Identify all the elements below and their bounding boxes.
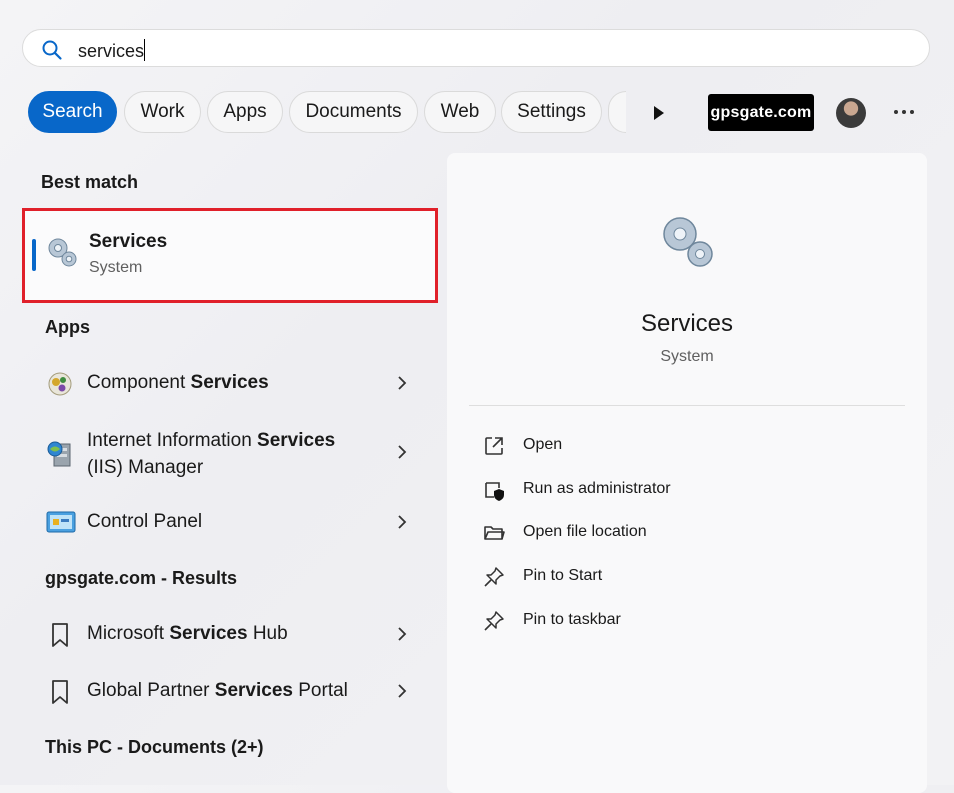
gears-icon <box>663 217 713 267</box>
control-panel-icon <box>46 511 76 533</box>
filter-label: Settings <box>517 101 586 122</box>
filter-work[interactable]: Work <box>124 91 201 133</box>
filter-label: Apps <box>223 101 267 122</box>
filter-label: Work <box>140 101 185 122</box>
shield-admin-icon <box>485 482 504 501</box>
list-item-iis-manager[interactable]: Internet Information Services (IIS) Mana… <box>30 426 430 482</box>
list-item-label: Internet Information Services <box>87 430 336 451</box>
list-item-component-services[interactable]: Component Services <box>30 368 430 398</box>
filter-search[interactable]: Search <box>28 91 117 133</box>
pin-icon <box>484 611 504 631</box>
best-match-title: Services <box>89 231 168 252</box>
divider <box>469 405 905 406</box>
filter-label: Documents <box>305 101 402 122</box>
gears-icon <box>48 238 77 267</box>
section-documents: This PC - Documents (2+) <box>45 737 264 757</box>
chevron-right-icon <box>398 515 407 529</box>
bookmark-icon <box>52 680 68 704</box>
list-item-label: Control Panel <box>87 511 203 532</box>
selection-indicator <box>32 239 36 271</box>
action-open-file-location[interactable]: Open file location <box>483 519 883 547</box>
section-best-match: Best match <box>41 172 139 192</box>
action-label: Open <box>523 436 563 453</box>
filter-settings[interactable]: Settings <box>501 91 602 133</box>
best-match-subtitle: System <box>89 259 143 276</box>
action-label: Pin to Start <box>523 567 603 584</box>
search-icon <box>42 40 62 60</box>
bookmark-icon <box>52 623 68 647</box>
filter-label: Search <box>42 101 103 122</box>
text-caret <box>144 39 146 61</box>
action-pin-to-taskbar[interactable]: Pin to taskbar <box>483 607 883 635</box>
filter-web[interactable]: Web <box>424 91 496 133</box>
detail-panel: Services System Open Run as administrato… <box>447 153 927 793</box>
list-item-label: Global Partner Services Portal <box>87 680 348 701</box>
list-item-label-line2: (IIS) Manager <box>87 457 204 478</box>
chevron-right-icon <box>398 684 407 698</box>
list-item-control-panel[interactable]: Control Panel <box>30 507 430 537</box>
search-input[interactable]: services <box>78 39 146 62</box>
iis-manager-icon <box>47 441 71 467</box>
action-open[interactable]: Open <box>483 432 883 460</box>
section-apps: Apps <box>45 317 90 337</box>
action-label: Run as administrator <box>523 480 671 497</box>
list-item-label: Microsoft Services Hub <box>87 623 288 644</box>
search-box[interactable]: services <box>22 29 930 67</box>
action-label: Pin to taskbar <box>523 611 621 628</box>
pin-icon <box>484 567 504 587</box>
open-external-icon <box>485 437 503 455</box>
chevron-right-icon <box>398 445 407 459</box>
detail-subtitle: System <box>660 348 714 365</box>
scroll-filters-right-icon[interactable] <box>646 101 670 125</box>
filter-label: Web <box>440 101 480 122</box>
list-item-microsoft-services-hub[interactable]: Microsoft Services Hub <box>30 619 430 649</box>
list-item-label: Component Services <box>87 372 269 393</box>
section-gpsgate-results: gpsgate.com - Results <box>45 568 238 588</box>
avatar[interactable] <box>836 98 866 128</box>
filter-documents[interactable]: Documents <box>289 91 418 133</box>
action-run-as-administrator[interactable]: Run as administrator <box>483 476 883 504</box>
action-label: Open file location <box>523 523 647 540</box>
folder-icon <box>484 526 505 540</box>
action-pin-to-start[interactable]: Pin to Start <box>483 563 883 591</box>
best-match-item[interactable]: Services System <box>22 208 438 303</box>
detail-title: Services <box>640 310 734 337</box>
component-services-icon <box>48 372 72 396</box>
brand-chip[interactable]: gpsgate.com <box>708 94 814 131</box>
filter-more-partial[interactable] <box>608 91 626 133</box>
search-query: services <box>78 41 145 61</box>
chevron-right-icon <box>398 376 407 390</box>
list-item-global-partner-services-portal[interactable]: Global Partner Services Portal <box>30 676 430 706</box>
more-options-icon[interactable] <box>892 100 916 124</box>
filter-apps[interactable]: Apps <box>207 91 283 133</box>
chevron-right-icon <box>398 627 407 641</box>
